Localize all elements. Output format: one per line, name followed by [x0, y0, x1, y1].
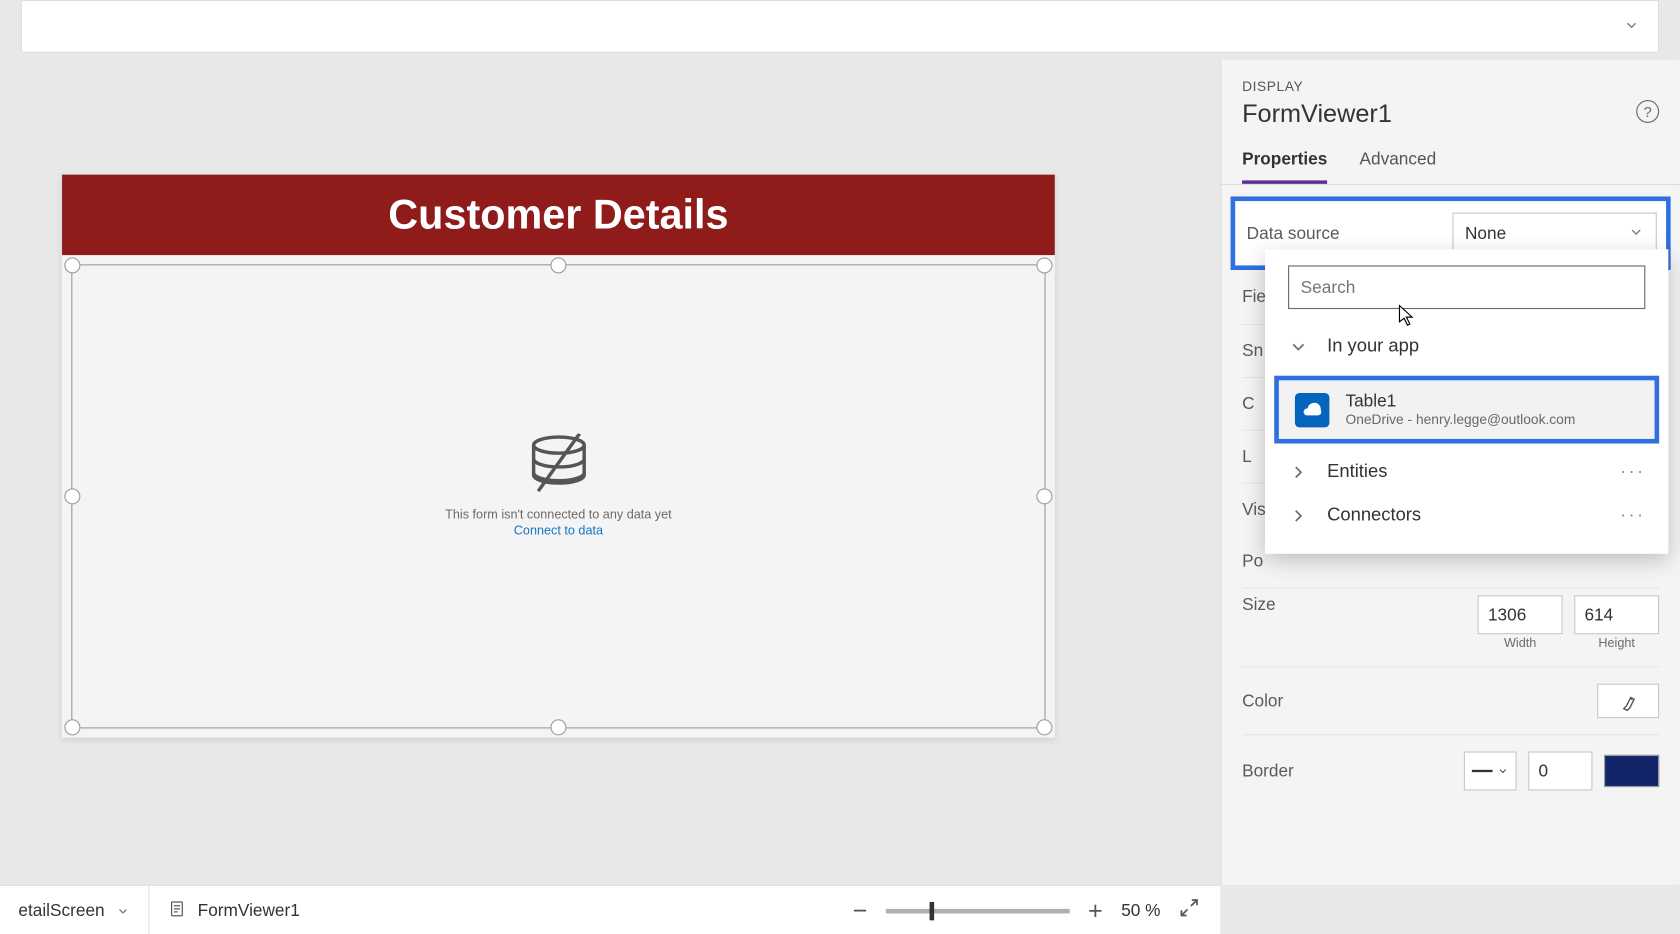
group-label: Entities: [1327, 462, 1387, 483]
chevron-down-icon: [1628, 223, 1644, 243]
group-entities[interactable]: Entities ···: [1265, 450, 1668, 494]
expand-icon[interactable]: [1179, 897, 1200, 923]
chevron-down-icon: [116, 904, 130, 918]
border-width-input[interactable]: 0: [1528, 751, 1592, 790]
form-viewer-selection[interactable]: This form isn't connected to any data ye…: [71, 264, 1045, 728]
empty-form-placeholder: This form isn't connected to any data ye…: [445, 434, 672, 539]
zoom-controls: − + 50 %: [832, 896, 1220, 926]
chevron-right-icon: [1288, 462, 1309, 483]
form-icon: [168, 899, 186, 922]
bottom-bar: etailScreen FormViewer1 − + 50 %: [0, 885, 1220, 934]
border-style-select[interactable]: [1464, 751, 1517, 790]
more-icon[interactable]: ···: [1620, 462, 1645, 483]
panel-tabs: Properties Advanced: [1221, 149, 1679, 185]
group-in-your-app[interactable]: In your app: [1265, 325, 1668, 369]
connect-to-data-link[interactable]: Connect to data: [445, 524, 672, 538]
app-header-title: Customer Details: [62, 175, 1055, 255]
resize-handle[interactable]: [1036, 257, 1052, 273]
chevron-down-icon: [1497, 765, 1508, 776]
data-source-value: None: [1465, 223, 1506, 243]
group-connectors[interactable]: Connectors ···: [1265, 494, 1668, 542]
color-picker-button[interactable]: [1597, 684, 1659, 718]
size-width-sublabel: Width: [1504, 637, 1536, 651]
border-color-swatch[interactable]: [1604, 755, 1659, 787]
breadcrumb-control[interactable]: FormViewer1: [149, 886, 318, 934]
zoom-slider-thumb[interactable]: [929, 901, 934, 919]
prop-po-label: Po: [1242, 552, 1270, 572]
prop-size-label: Size: [1242, 595, 1276, 615]
resize-handle[interactable]: [1036, 488, 1052, 504]
data-source-item-table1[interactable]: Table1 OneDrive - henry.legge@outlook.co…: [1274, 376, 1659, 444]
data-source-search[interactable]: [1288, 265, 1645, 309]
zoom-percent: 50 %: [1121, 901, 1160, 921]
canvas-area: Customer Details: [0, 60, 1220, 885]
chevron-right-icon: [1288, 506, 1309, 527]
zoom-slider[interactable]: [886, 908, 1070, 913]
size-height-sublabel: Height: [1598, 637, 1635, 651]
data-source-item-subtitle: OneDrive - henry.legge@outlook.com: [1345, 411, 1575, 427]
more-icon[interactable]: ···: [1620, 506, 1645, 527]
chevron-down-icon: [1288, 337, 1309, 358]
data-source-label: Data source: [1235, 223, 1452, 243]
chevron-down-icon[interactable]: [1624, 17, 1640, 37]
size-height-input[interactable]: 614: [1574, 595, 1659, 634]
panel-title: FormViewer1: [1242, 99, 1392, 129]
data-source-popup: In your app Table1 OneDrive - henry.legg…: [1265, 249, 1668, 553]
zoom-in-button[interactable]: +: [1088, 896, 1103, 926]
breadcrumb-screen[interactable]: etailScreen: [0, 886, 149, 934]
help-icon[interactable]: ?: [1636, 100, 1659, 123]
group-label: In your app: [1327, 337, 1419, 358]
resize-handle[interactable]: [1036, 719, 1052, 735]
database-slash-icon: [522, 434, 596, 496]
formula-bar[interactable]: [21, 0, 1659, 53]
breadcrumb-control-label: FormViewer1: [198, 901, 300, 921]
zoom-out-button[interactable]: −: [853, 896, 868, 926]
resize-handle[interactable]: [64, 719, 80, 735]
resize-handle[interactable]: [64, 257, 80, 273]
panel-eyebrow: DISPLAY: [1242, 78, 1659, 94]
tab-properties[interactable]: Properties: [1242, 149, 1327, 183]
app-screen: Customer Details: [62, 175, 1055, 738]
prop-color-label: Color: [1242, 691, 1283, 711]
prop-border-label: Border: [1242, 761, 1294, 781]
data-source-search-input[interactable]: [1301, 277, 1633, 297]
properties-panel: DISPLAY FormViewer1 ? Properties Advance…: [1220, 60, 1680, 885]
size-width-input[interactable]: 1306: [1478, 595, 1563, 634]
tab-advanced[interactable]: Advanced: [1360, 149, 1437, 183]
data-source-item-name: Table1: [1345, 392, 1575, 412]
breadcrumb-screen-label: etailScreen: [18, 901, 104, 921]
group-label: Connectors: [1327, 506, 1421, 527]
data-source-select[interactable]: None: [1452, 213, 1657, 254]
cloud-icon: [1295, 392, 1329, 426]
resize-handle[interactable]: [550, 257, 566, 273]
empty-form-message: This form isn't connected to any data ye…: [445, 508, 672, 522]
resize-handle[interactable]: [64, 488, 80, 504]
resize-handle[interactable]: [550, 719, 566, 735]
paint-icon: [1618, 691, 1639, 712]
